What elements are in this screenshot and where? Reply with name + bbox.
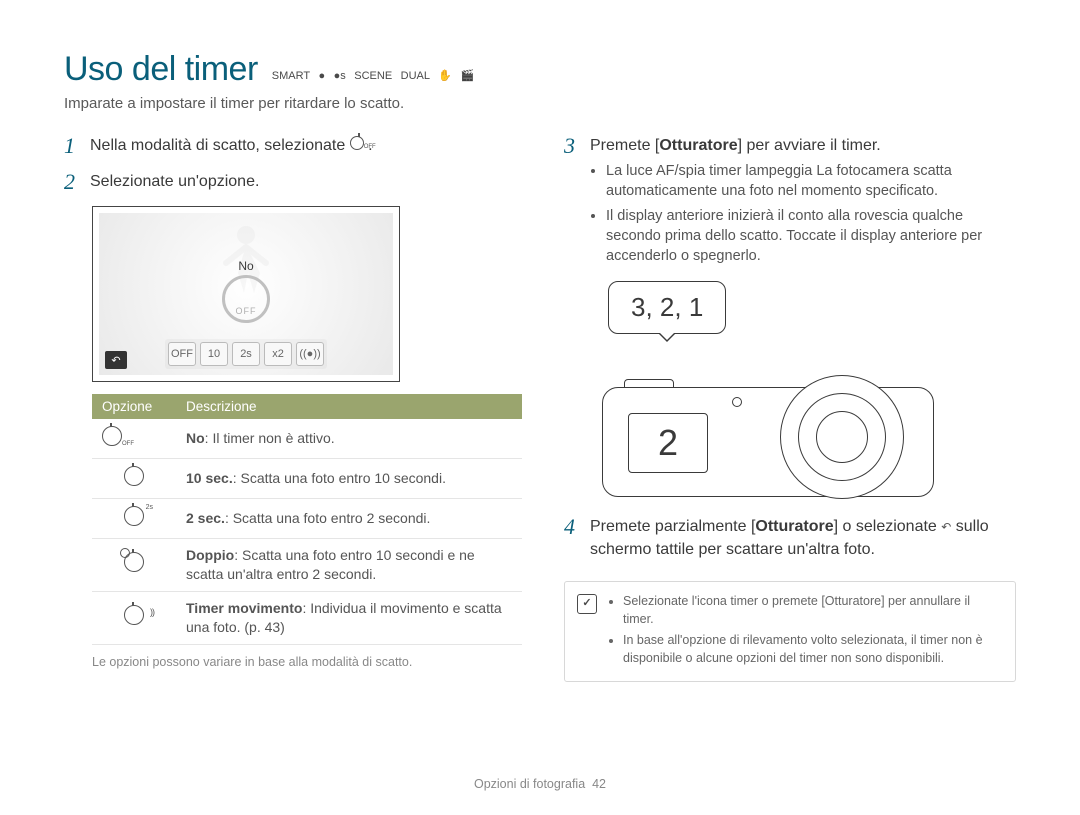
bullet-item: La luce AF/spia timer lampeggia La fotoc… bbox=[606, 161, 1016, 202]
table-row: Doppio: Scatta una foto entro 10 secondi… bbox=[92, 539, 522, 592]
camera-screen-mockup: No OFF OFF 10 2s x2 ((●)) ↶ bbox=[92, 206, 400, 382]
right-column: 3 Premete [Otturatore] per avviare il ti… bbox=[564, 134, 1016, 682]
mode-icon: ● bbox=[319, 70, 326, 82]
step-number: 4 bbox=[564, 515, 580, 561]
option-desc: No: Il timer non è attivo. bbox=[176, 419, 522, 458]
columns: 1 Nella modalità di scatto, selezionate … bbox=[64, 134, 1016, 682]
camera-lens-icon bbox=[816, 411, 868, 463]
step-body: Selezionate un'opzione. bbox=[90, 170, 522, 194]
bullet-item: Il display anteriore inizierà il conto a… bbox=[606, 206, 1016, 267]
mode-icon: SCENE bbox=[354, 70, 392, 82]
camera-illustration: 3, 2, 1 2 bbox=[592, 285, 952, 495]
table-row: 2 sec.: Scatta una foto entro 2 secondi. bbox=[92, 499, 522, 539]
options-table: Opzione Descrizione No: Il timer non è a… bbox=[92, 394, 522, 644]
timer-option[interactable]: x2 bbox=[264, 342, 292, 366]
timer-off-icon bbox=[350, 139, 364, 153]
step-3: 3 Premete [Otturatore] per avviare il ti… bbox=[564, 134, 1016, 271]
note-item: In base all'opzione di rilevamento volto… bbox=[623, 631, 1001, 667]
footer-section: Opzioni di fotografia bbox=[474, 777, 585, 791]
timer-option[interactable]: OFF bbox=[168, 342, 196, 366]
mode-icon: 🎬 bbox=[461, 69, 475, 82]
camera-front-screen: 2 bbox=[628, 413, 708, 473]
mode-icon: ✋ bbox=[438, 69, 452, 82]
screen-inner: No OFF OFF 10 2s x2 ((●)) ↶ bbox=[99, 213, 393, 375]
step-2: 2 Selezionate un'opzione. bbox=[64, 170, 522, 194]
camera-body-drawing: 2 bbox=[602, 373, 932, 503]
th-description: Descrizione bbox=[176, 394, 522, 419]
option-icon-cell bbox=[92, 459, 176, 499]
step-body: Premete parzialmente [Otturatore] o sele… bbox=[590, 515, 1016, 561]
note-icon: ✓ bbox=[577, 594, 597, 614]
step-body: Nella modalità di scatto, selezionate . bbox=[90, 134, 522, 158]
option-icon-cell bbox=[92, 539, 176, 592]
timer-motion-icon bbox=[124, 605, 144, 625]
option-desc: 10 sec.: Scatta una foto entro 10 second… bbox=[176, 459, 522, 499]
table-row: Timer movimento: Individua il movimento … bbox=[92, 591, 522, 644]
timer-double-icon bbox=[124, 552, 144, 572]
timer-off-icon bbox=[102, 426, 122, 446]
option-desc: Timer movimento: Individua il movimento … bbox=[176, 591, 522, 644]
step-body: Premete [Otturatore] per avviare il time… bbox=[590, 134, 1016, 271]
countdown-speech-bubble: 3, 2, 1 bbox=[608, 281, 726, 334]
timer-option-strip: OFF 10 2s x2 ((●)) bbox=[165, 339, 327, 369]
title-row: Uso del timer SMART ● ●s SCENE DUAL ✋ 🎬 bbox=[64, 50, 1016, 89]
timer-option[interactable]: ((●)) bbox=[296, 342, 324, 366]
camera-led-icon bbox=[732, 397, 742, 407]
left-column: 1 Nella modalità di scatto, selezionate … bbox=[64, 134, 522, 682]
step-1: 1 Nella modalità di scatto, selezionate … bbox=[64, 134, 522, 158]
step-number: 3 bbox=[564, 134, 580, 271]
option-desc: 2 sec.: Scatta una foto entro 2 secondi. bbox=[176, 499, 522, 539]
step-3-bullets: La luce AF/spia timer lampeggia La fotoc… bbox=[590, 161, 1016, 266]
page-footer: Opzioni di fotografia 42 bbox=[0, 777, 1080, 791]
option-icon-cell bbox=[92, 499, 176, 539]
note-list: Selezionate l'icona timer o premete [Ott… bbox=[609, 592, 1001, 668]
step-4: 4 Premete parzialmente [Otturatore] o se… bbox=[564, 515, 1016, 561]
th-option: Opzione bbox=[92, 394, 176, 419]
option-icon-cell bbox=[92, 419, 176, 458]
option-icon-cell bbox=[92, 591, 176, 644]
step-number: 1 bbox=[64, 134, 80, 158]
page-title: Uso del timer bbox=[64, 50, 258, 89]
timer-option[interactable]: 2s bbox=[232, 342, 260, 366]
step-number: 2 bbox=[64, 170, 80, 194]
return-arrow-icon: ↶ bbox=[941, 520, 951, 534]
footer-page-number: 42 bbox=[592, 777, 606, 791]
timer-selected-icon: No OFF bbox=[222, 259, 270, 323]
table-row: No: Il timer non è attivo. bbox=[92, 419, 522, 458]
timer-10s-icon bbox=[124, 466, 144, 486]
mode-icon: ●s bbox=[334, 70, 346, 82]
page-subtitle: Imparate a impostare il timer per ritard… bbox=[64, 95, 1016, 112]
note-box: ✓ Selezionate l'icona timer o premete [O… bbox=[564, 581, 1016, 682]
mode-icon: SMART bbox=[272, 70, 310, 82]
mode-icons: SMART ● ●s SCENE DUAL ✋ 🎬 bbox=[272, 67, 479, 85]
timer-option[interactable]: 10 bbox=[200, 342, 228, 366]
table-row: 10 sec.: Scatta una foto entro 10 second… bbox=[92, 459, 522, 499]
manual-page: Uso del timer SMART ● ●s SCENE DUAL ✋ 🎬 … bbox=[0, 0, 1080, 815]
note-item: Selezionate l'icona timer o premete [Ott… bbox=[623, 592, 1001, 628]
timer-label: No bbox=[222, 259, 270, 273]
mode-icon: DUAL bbox=[401, 70, 430, 82]
back-button[interactable]: ↶ bbox=[105, 351, 127, 369]
option-desc: Doppio: Scatta una foto entro 10 secondi… bbox=[176, 539, 522, 592]
table-footnote: Le opzioni possono variare in base alla … bbox=[92, 655, 522, 669]
step-text: Nella modalità di scatto, selezionate bbox=[90, 137, 350, 154]
timer-2s-icon bbox=[124, 506, 144, 526]
